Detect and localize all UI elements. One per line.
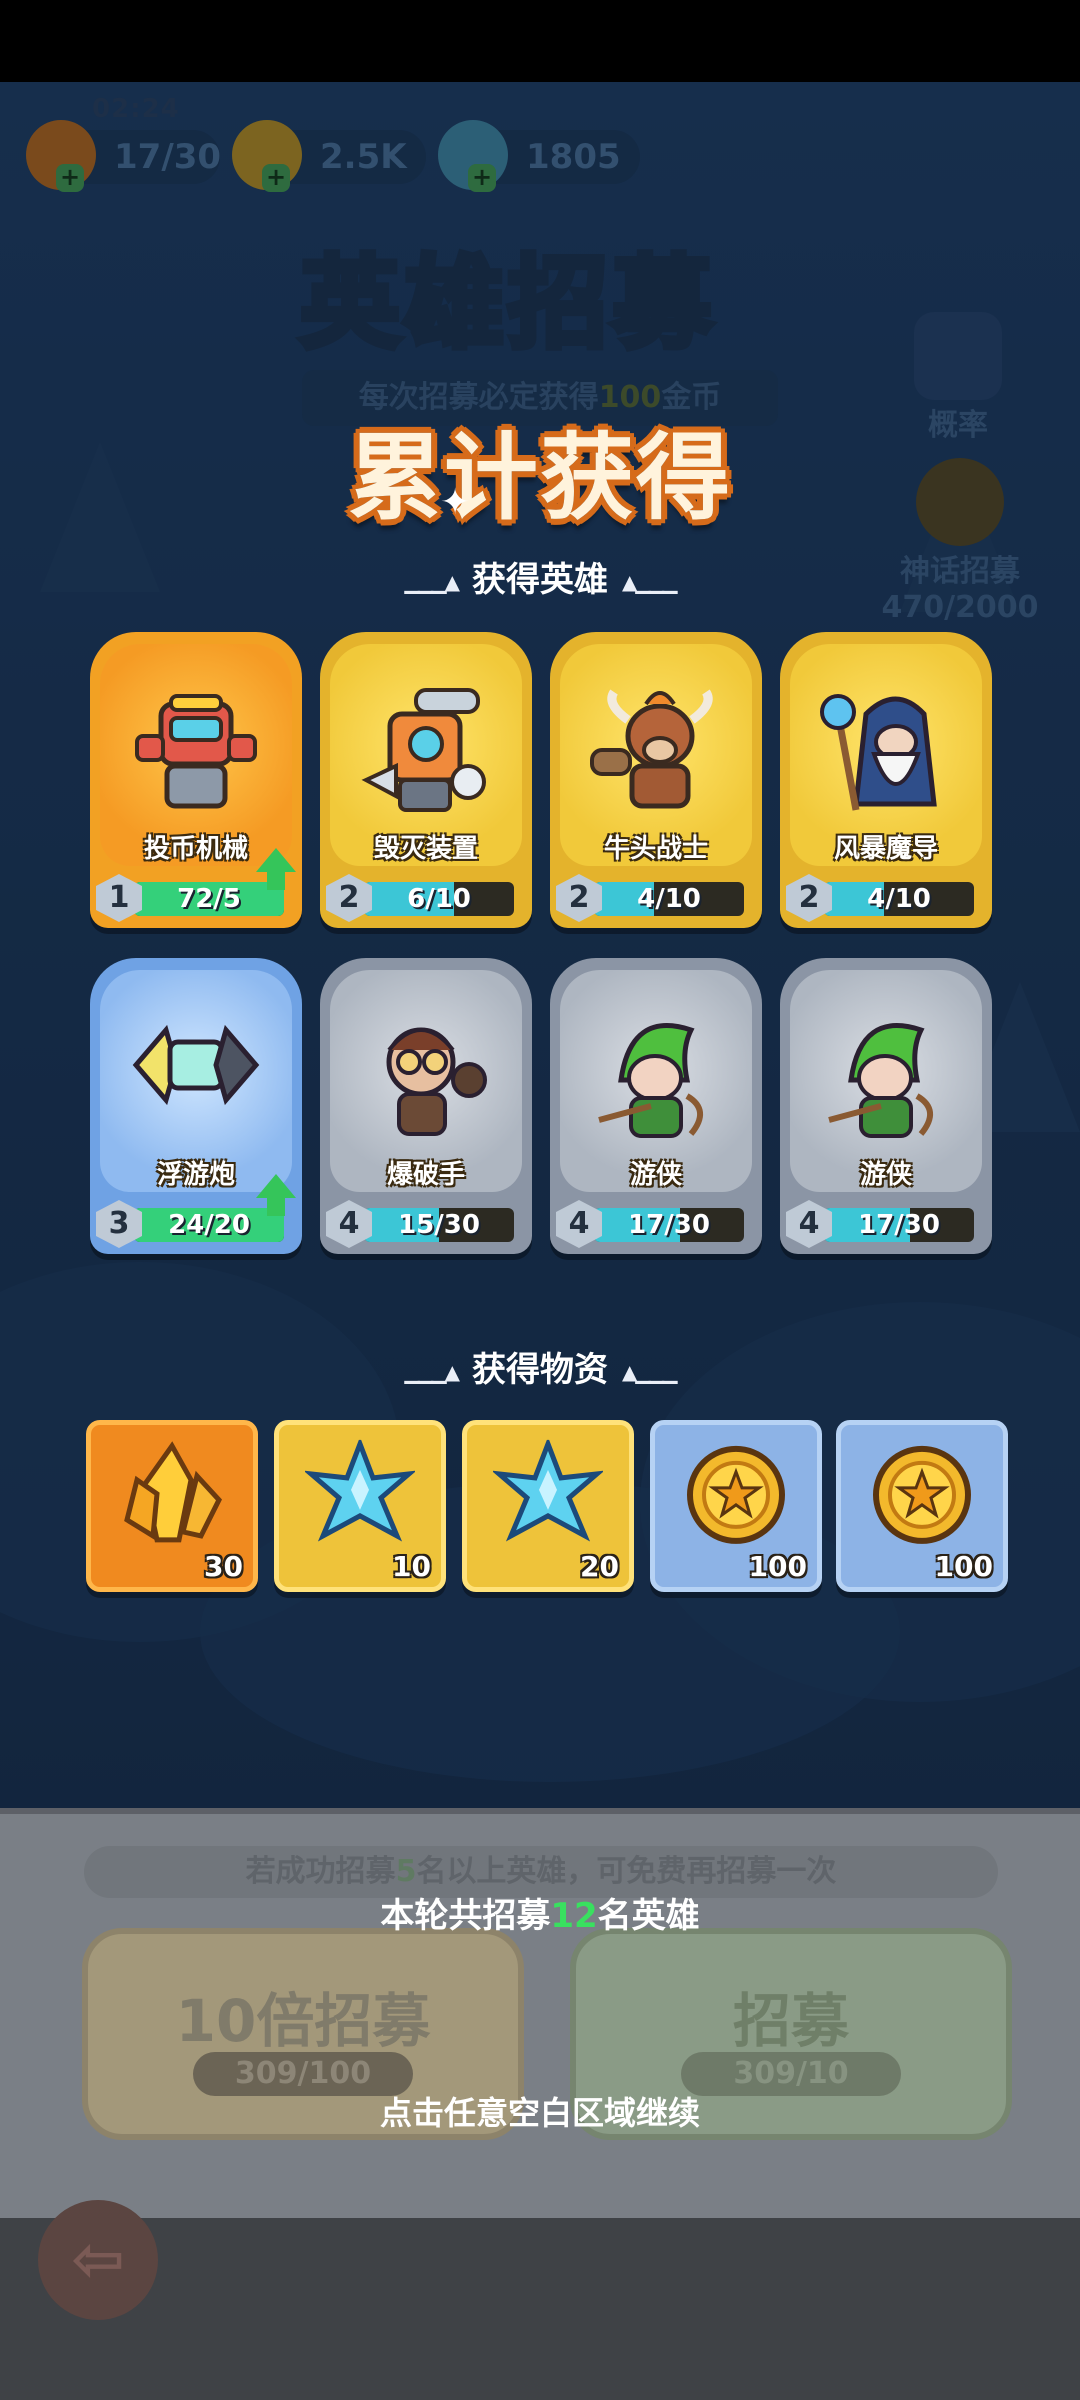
ice-crystal-icon [491, 1436, 605, 1554]
gold-coin-icon [681, 1440, 791, 1554]
add-coin-icon[interactable]: + [262, 164, 290, 192]
back-button[interactable]: ⇦ [38, 2200, 158, 2320]
hero-portrait-icon [586, 684, 726, 828]
recruit-summary: 本轮共招募12名英雄 [380, 1896, 700, 1936]
ice-crystal-icon [303, 1436, 417, 1554]
hero-name: 游侠 [629, 1160, 682, 1190]
hero-progress-bar: 4/10 [824, 882, 974, 916]
reward-count: 10 [392, 1550, 431, 1583]
reward-count: 30 [204, 1550, 243, 1583]
hero-portrait-icon [591, 1010, 721, 1154]
reward-count: 20 [580, 1550, 619, 1583]
hero-name: 毁灭装置 [373, 834, 478, 864]
add-crystal-icon[interactable]: + [468, 164, 496, 192]
reward-item[interactable]: 20 [462, 1420, 634, 1592]
hero-card[interactable]: 毁灭装置 6/10 2 [320, 632, 532, 932]
hero-progress-bar: 15/30 [364, 1208, 514, 1242]
bottom-bar [0, 2218, 1080, 2400]
hero-progress-bar: 17/30 [824, 1208, 974, 1242]
hero-card[interactable]: 游侠 17/30 4 [780, 958, 992, 1258]
continue-hint[interactable]: 点击任意空白区域继续 [0, 2088, 1080, 2134]
hero-card[interactable]: 牛头战士 4/10 2 [550, 632, 762, 932]
hero-progress-text: 4/10 [867, 884, 931, 914]
hero-portrait-icon [361, 1010, 491, 1154]
upgrade-arrow-icon [256, 1174, 296, 1216]
hero-progress-text: 24/20 [168, 1210, 250, 1240]
decor-right-icon: ▲▁▁▁ [622, 569, 678, 594]
hero-portrait-icon [131, 684, 261, 828]
add-energy-icon[interactable]: + [56, 164, 84, 192]
hero-portrait-icon [356, 684, 496, 828]
items-section-header: ▁▁▁▲ 获得物资 ▲▁▁▁ [404, 1350, 678, 1390]
hero-progress-bar: 72/5 [134, 882, 284, 916]
hero-card[interactable]: 投币机械 72/5 1 [90, 632, 302, 932]
reward-item[interactable]: 100 [836, 1420, 1008, 1592]
hero-portrait-icon [821, 1010, 951, 1154]
hero-progress-text: 6/10 [407, 884, 471, 914]
reward-item[interactable]: 100 [650, 1420, 822, 1592]
document-icon [914, 312, 1002, 400]
recruit-title: 英雄招募 [297, 242, 716, 365]
popup-title: 累计获得 [347, 424, 732, 533]
decor-left-icon: ▁▁▁▲ [404, 1359, 460, 1384]
gold-crystal-icon [117, 1440, 227, 1554]
upgrade-arrow-icon [256, 848, 296, 890]
reward-item[interactable]: 30 [86, 1420, 258, 1592]
hero-name: 风暴魔导 [833, 834, 938, 864]
coin-resource[interactable]: + 2.5K [232, 120, 426, 192]
hero-progress-bar: 17/30 [594, 1208, 744, 1242]
hero-progress-text: 4/10 [637, 884, 701, 914]
status-time: 02:24 [92, 94, 180, 124]
heroes-section-header: ▁▁▁▲ 获得英雄 ▲▁▁▁ [404, 560, 678, 600]
reward-item[interactable]: 10 [274, 1420, 446, 1592]
hero-progress-text: 17/30 [628, 1210, 710, 1240]
reward-count: 100 [748, 1550, 807, 1583]
energy-resource[interactable]: + 17/30 [26, 120, 221, 192]
hero-card[interactable]: 爆破手 15/30 4 [320, 958, 532, 1258]
hero-card[interactable]: 风暴魔导 4/10 2 [780, 632, 992, 932]
hero-name: 爆破手 [386, 1160, 465, 1190]
hero-progress-text: 72/5 [177, 884, 241, 914]
hero-name: 牛头战士 [603, 834, 708, 864]
reward-count: 100 [934, 1550, 993, 1583]
hero-portrait-icon [126, 1010, 266, 1124]
hero-portrait-icon [816, 684, 956, 828]
hero-progress-text: 15/30 [398, 1210, 480, 1240]
hero-progress-bar: 24/20 [134, 1208, 284, 1242]
decor-left-icon: ▁▁▁▲ [404, 569, 460, 594]
hero-card[interactable]: 游侠 17/30 4 [550, 958, 762, 1258]
crystal-resource[interactable]: + 1805 [438, 120, 640, 192]
gold-coin-icon [867, 1440, 977, 1554]
hero-progress-bar: 6/10 [364, 882, 514, 916]
decor-right-icon: ▲▁▁▁ [622, 1359, 678, 1384]
hero-card[interactable]: 浮游炮 24/20 3 [90, 958, 302, 1258]
hero-progress-bar: 4/10 [594, 882, 744, 916]
hero-name: 游侠 [859, 1160, 912, 1190]
back-arrow-icon: ⇦ [71, 2223, 125, 2297]
hero-progress-text: 17/30 [858, 1210, 940, 1240]
sparkle-icon: ✦ [440, 482, 471, 523]
